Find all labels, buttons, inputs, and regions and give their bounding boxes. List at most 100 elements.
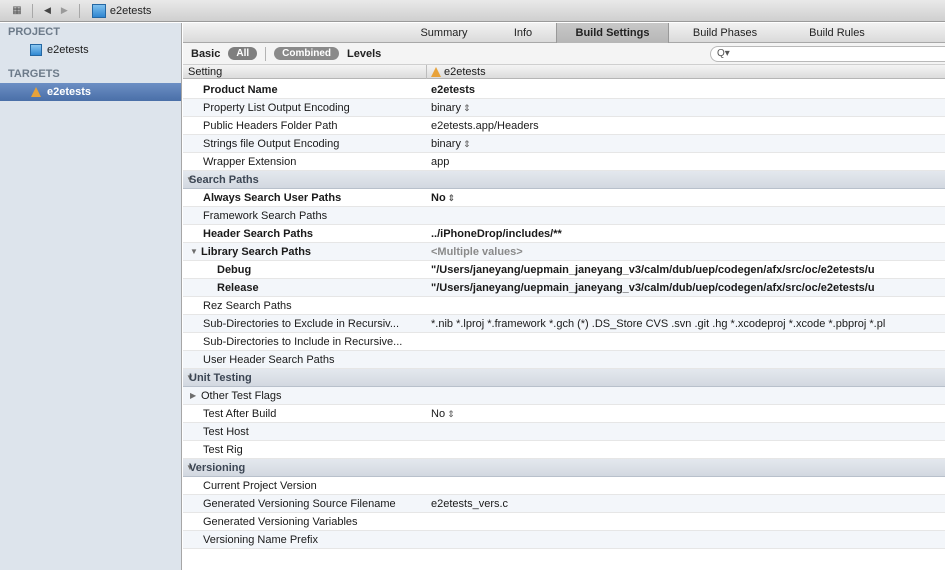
setting-row[interactable]: ▼ Library Search Paths <Multiple values> xyxy=(183,243,945,261)
tab-build-phases[interactable]: Build Phases xyxy=(678,23,772,43)
breadcrumb-project[interactable]: e2etests xyxy=(110,5,152,17)
setting-value[interactable]: binary ⇕ xyxy=(431,99,945,117)
tab-summary[interactable]: Summary xyxy=(416,23,472,43)
setting-name: Versioning Name Prefix xyxy=(203,534,318,546)
setting-name: Library Search Paths xyxy=(201,246,312,258)
setting-row[interactable]: Public Headers Folder Path e2etests.app/H… xyxy=(183,117,945,135)
toolbar-divider xyxy=(32,3,33,18)
setting-row[interactable]: Versioning Name Prefix xyxy=(183,531,945,549)
setting-value-text: app xyxy=(431,156,450,168)
popup-stepper-icon[interactable]: ⇕ xyxy=(463,103,471,113)
setting-name: Unit Testing xyxy=(189,372,252,384)
sidebar-item-target[interactable]: e2etests xyxy=(0,83,181,101)
setting-value-text: e2etests_vers.c xyxy=(431,498,509,510)
popup-stepper-icon[interactable]: ⇕ xyxy=(447,409,455,419)
setting-row[interactable]: Sub-Directories to Include in Recursive.… xyxy=(183,333,945,351)
setting-name: Framework Search Paths xyxy=(203,210,328,222)
setting-value-text: binary xyxy=(431,102,461,114)
setting-value-text: No xyxy=(431,408,446,420)
tab-build-settings[interactable]: Build Settings xyxy=(556,23,669,43)
setting-value-text: binary xyxy=(431,138,461,150)
tab-info[interactable]: Info xyxy=(503,23,543,43)
toolbar-divider xyxy=(78,3,80,18)
setting-value[interactable]: app xyxy=(431,153,945,171)
setting-value-text: ../iPhoneDrop/includes/** xyxy=(431,228,562,240)
setting-row[interactable]: Generated Versioning Source Filename e2et… xyxy=(183,495,945,513)
targets-section-header: TARGETS xyxy=(8,68,60,80)
popup-stepper-icon[interactable]: ⇕ xyxy=(448,193,456,203)
setting-row[interactable]: Test After Build No ⇕ xyxy=(183,405,945,423)
filter-basic-button[interactable]: Basic xyxy=(191,48,220,60)
project-section-header: PROJECT xyxy=(8,26,60,38)
search-input[interactable]: Q▾ xyxy=(710,46,945,62)
setting-row[interactable]: Always Search User Paths No ⇕ xyxy=(183,189,945,207)
setting-value[interactable]: <Multiple values> xyxy=(431,243,945,261)
setting-row[interactable]: Test Host xyxy=(183,423,945,441)
setting-name: Test After Build xyxy=(203,408,277,420)
setting-row[interactable]: ▶ Other Test Flags xyxy=(183,387,945,405)
settings-section-header[interactable]: ▼ Unit Testing xyxy=(183,369,945,387)
setting-row[interactable]: User Header Search Paths xyxy=(183,351,945,369)
settings-column-header: Setting e2etests xyxy=(183,65,945,79)
target-column-label: e2etests xyxy=(444,66,486,78)
setting-row[interactable]: Strings file Output Encoding binary ⇕ xyxy=(183,135,945,153)
setting-value[interactable]: No ⇕ xyxy=(431,189,945,207)
setting-value-text: e2etests xyxy=(431,84,476,96)
setting-value[interactable]: ../iPhoneDrop/includes/** xyxy=(431,225,945,243)
sidebar-item-project[interactable]: e2etests xyxy=(0,41,181,59)
setting-value[interactable]: "/Users/janeyang/uepmain_janeyang_v3/cal… xyxy=(431,261,945,279)
setting-value-text: "/Users/janeyang/uepmain_janeyang_v3/cal… xyxy=(431,264,875,276)
setting-row[interactable]: Property List Output Encoding binary ⇕ xyxy=(183,99,945,117)
target-icon xyxy=(431,67,441,77)
setting-name: Header Search Paths xyxy=(203,228,314,240)
settings-section-header[interactable]: ▼ Search Paths xyxy=(183,171,945,189)
target-column-header[interactable]: e2etests xyxy=(426,65,486,79)
filter-levels-button[interactable]: Levels xyxy=(347,48,381,60)
setting-row[interactable]: Release "/Users/janeyang/uepmain_janeyang… xyxy=(183,279,945,297)
setting-row[interactable]: Wrapper Extension app xyxy=(183,153,945,171)
setting-row[interactable]: Rez Search Paths xyxy=(183,297,945,315)
popup-stepper-icon[interactable]: ⇕ xyxy=(463,139,471,149)
settings-section-header[interactable]: ▼ Versioning xyxy=(183,459,945,477)
setting-name: Other Test Flags xyxy=(201,390,282,402)
grid-icon[interactable]: ▦ xyxy=(8,4,26,18)
setting-value[interactable]: e2etests xyxy=(431,81,945,99)
setting-row[interactable]: Sub-Directories to Exclude in Recursiv..… xyxy=(183,315,945,333)
setting-name: Always Search User Paths xyxy=(203,192,342,204)
setting-name: Search Paths xyxy=(189,174,259,186)
setting-value-text: <Multiple values> xyxy=(431,246,523,258)
setting-row[interactable]: Product Name e2etests xyxy=(183,81,945,99)
setting-name: Property List Output Encoding xyxy=(203,102,350,114)
setting-column-header[interactable]: Setting xyxy=(188,65,222,79)
setting-value[interactable]: *.nib *.lproj *.framework *.gch (*) .DS_… xyxy=(431,315,945,333)
settings-table: Product Name e2etests Property List Output… xyxy=(183,81,945,570)
setting-name: User Header Search Paths xyxy=(203,354,335,366)
setting-value[interactable]: e2etests.app/Headers xyxy=(431,117,945,135)
setting-name: Debug xyxy=(217,264,252,276)
setting-row[interactable]: Header Search Paths ../iPhoneDrop/include… xyxy=(183,225,945,243)
sidebar-item-label: e2etests xyxy=(47,44,89,56)
editor-tab-bar: Summary Info Build Settings Build Phases… xyxy=(183,23,945,43)
forward-arrow-icon[interactable]: ▶ xyxy=(61,5,68,16)
setting-row[interactable]: Framework Search Paths xyxy=(183,207,945,225)
back-arrow-icon[interactable]: ◀ xyxy=(44,5,51,16)
setting-name: Current Project Version xyxy=(203,480,317,492)
disclosure-triangle-icon[interactable]: ▼ xyxy=(190,243,198,261)
tab-build-rules[interactable]: Build Rules xyxy=(795,23,879,43)
setting-name: Generated Versioning Source Filename xyxy=(203,498,396,510)
setting-value[interactable]: e2etests_vers.c xyxy=(431,495,945,513)
setting-value[interactable]: No ⇕ xyxy=(431,405,945,423)
setting-row[interactable]: Test Rig xyxy=(183,441,945,459)
setting-value[interactable]: binary ⇕ xyxy=(431,135,945,153)
sidebar-item-label: e2etests xyxy=(47,86,92,98)
setting-name: Strings file Output Encoding xyxy=(203,138,340,150)
setting-row[interactable]: Current Project Version xyxy=(183,477,945,495)
setting-row[interactable]: Debug "/Users/janeyang/uepmain_janeyang_v… xyxy=(183,261,945,279)
setting-value[interactable]: "/Users/janeyang/uepmain_janeyang_v3/cal… xyxy=(431,279,945,297)
setting-row[interactable]: Generated Versioning Variables xyxy=(183,513,945,531)
disclosure-triangle-icon[interactable]: ▶ xyxy=(190,387,196,405)
filter-combined-button[interactable]: Combined xyxy=(274,47,340,60)
filter-all-button[interactable]: All xyxy=(228,47,258,60)
setting-value-text: e2etests.app/Headers xyxy=(431,120,539,132)
setting-name: Test Rig xyxy=(203,444,243,456)
